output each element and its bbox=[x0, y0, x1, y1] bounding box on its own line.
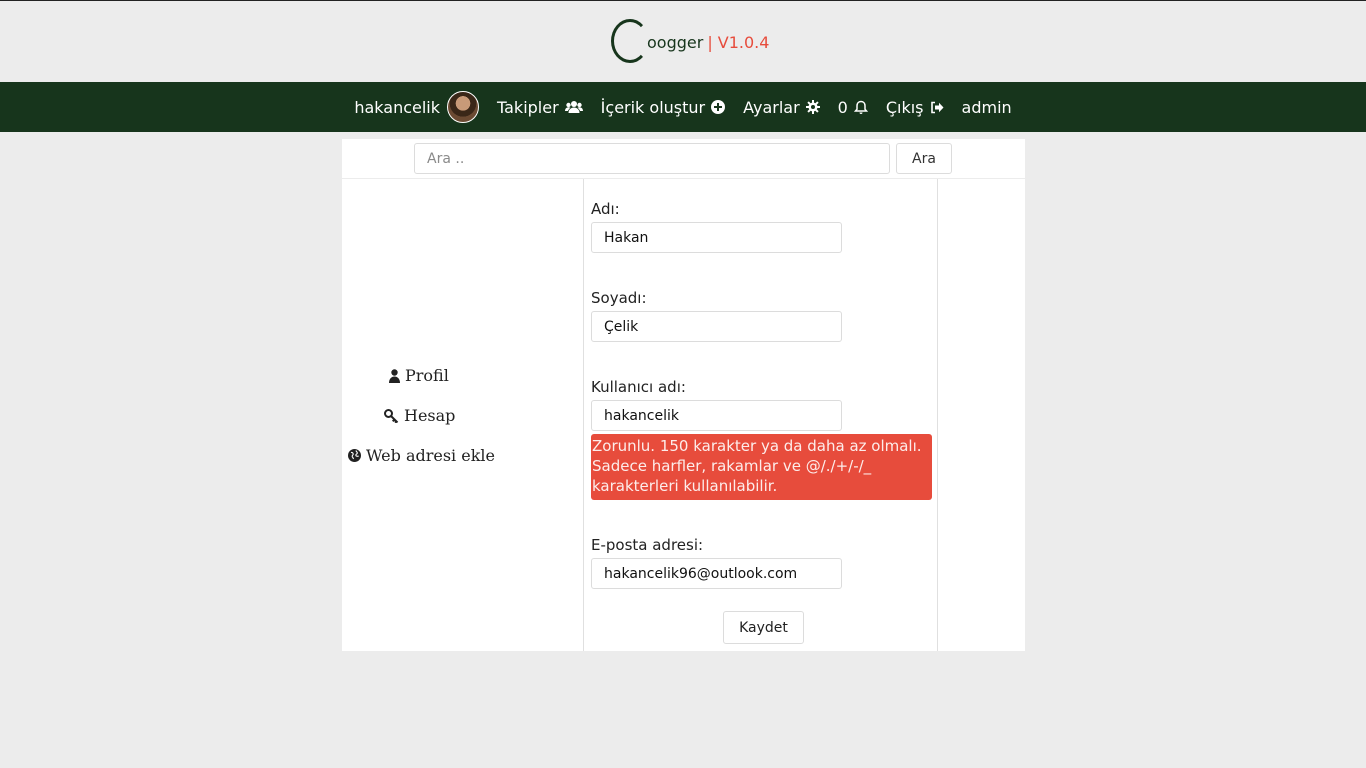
nav-following-label: Takipler bbox=[497, 97, 559, 117]
sidebar-item-label: Web adresi ekle bbox=[366, 446, 495, 465]
sidebar-item-add-website[interactable]: Web adresi ekle bbox=[348, 446, 495, 465]
last-name-label: Soyadı: bbox=[591, 289, 647, 307]
main-navbar: hakancelik Takipler İçerik oluştur Ayarl… bbox=[0, 82, 1366, 132]
last-name-field[interactable] bbox=[591, 311, 842, 342]
site-logo[interactable]: oogger | V1.0.4 bbox=[611, 17, 769, 65]
notification-count: 0 bbox=[837, 97, 848, 117]
nav-username: hakancelik bbox=[354, 97, 440, 117]
search-input[interactable] bbox=[414, 143, 890, 174]
settings-card: Profil Hesap Web adresi ekle Adı: Soyadı… bbox=[342, 179, 1025, 651]
profile-form: Adı: Soyadı: Kullanıcı adı: Zorunlu. 150… bbox=[583, 179, 938, 651]
nav-logout[interactable]: Çıkış bbox=[886, 98, 944, 117]
key-icon bbox=[384, 408, 399, 423]
first-name-field[interactable] bbox=[591, 222, 842, 253]
users-icon bbox=[564, 100, 583, 114]
settings-sidebar: Profil Hesap Web adresi ekle bbox=[342, 179, 583, 651]
version-label: | V1.0.4 bbox=[707, 32, 770, 52]
sidebar-item-profile[interactable]: Profil bbox=[389, 366, 449, 385]
nav-admin[interactable]: admin bbox=[962, 98, 1012, 117]
username-field[interactable] bbox=[591, 400, 842, 431]
sidebar-item-label: Hesap bbox=[404, 406, 456, 425]
save-button[interactable]: Kaydet bbox=[723, 611, 804, 644]
username-label: Kullanıcı adı: bbox=[591, 378, 686, 396]
nav-logout-label: Çıkış bbox=[885, 97, 924, 117]
email-label: E-posta adresi: bbox=[591, 536, 704, 554]
search-button[interactable]: Ara bbox=[896, 143, 952, 174]
plus-circle-icon bbox=[711, 100, 726, 114]
nav-settings[interactable]: Ayarlar bbox=[743, 98, 820, 117]
nav-following[interactable]: Takipler bbox=[497, 98, 583, 117]
globe-icon bbox=[348, 449, 361, 462]
site-header: oogger | V1.0.4 bbox=[0, 1, 1366, 82]
nav-notifications[interactable]: 0 bbox=[838, 98, 868, 117]
first-name-label: Adı: bbox=[591, 200, 620, 218]
bell-icon bbox=[853, 100, 868, 115]
nav-create-label: İçerik oluştur bbox=[600, 97, 706, 117]
sidebar-item-account[interactable]: Hesap bbox=[384, 406, 455, 425]
username-help-text: Zorunlu. 150 karakter ya da daha az olma… bbox=[591, 434, 932, 500]
avatar bbox=[447, 91, 479, 123]
nav-user-profile[interactable]: hakancelik bbox=[354, 91, 479, 123]
logo-c-mark bbox=[611, 19, 649, 63]
nav-create-content[interactable]: İçerik oluştur bbox=[600, 97, 726, 117]
logo-text: oogger bbox=[647, 32, 704, 52]
sign-out-icon bbox=[930, 101, 944, 114]
search-bar: Ara bbox=[342, 139, 1025, 178]
nav-settings-label: Ayarlar bbox=[743, 97, 800, 117]
user-icon bbox=[389, 368, 400, 383]
gear-icon bbox=[805, 100, 820, 114]
sidebar-item-label: Profil bbox=[405, 366, 449, 385]
nav-admin-label: admin bbox=[961, 97, 1012, 117]
email-field[interactable] bbox=[591, 558, 842, 589]
